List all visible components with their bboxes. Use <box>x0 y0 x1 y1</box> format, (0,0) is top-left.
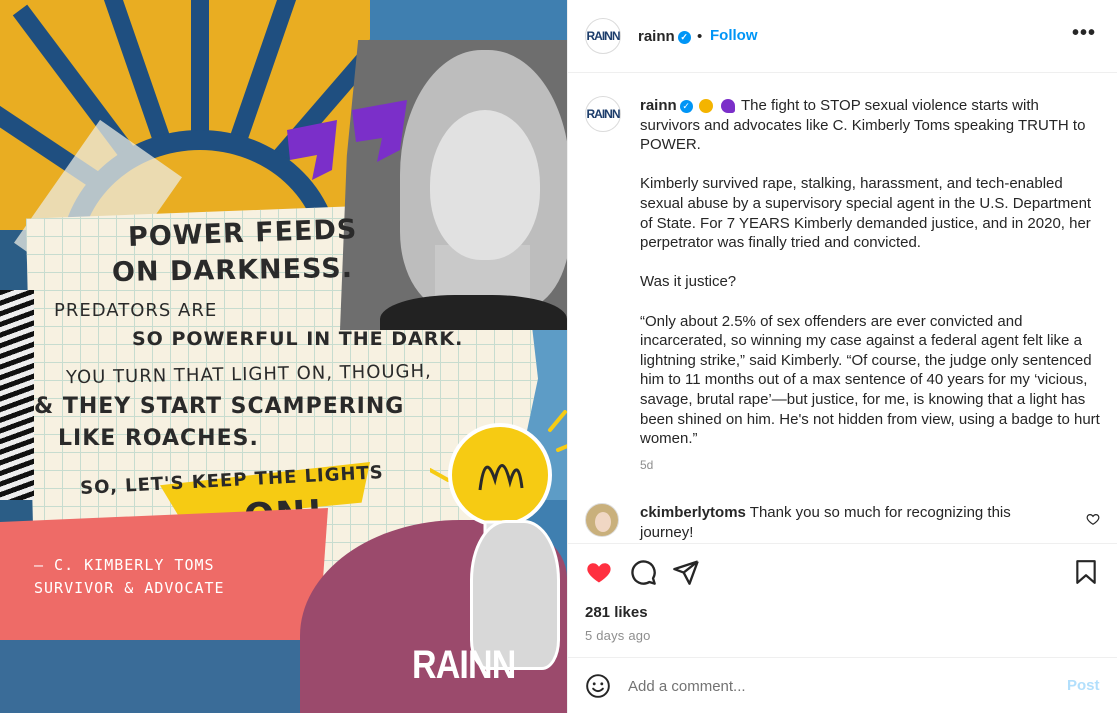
poster-attribution-name: – C. KIMBERLY TOMS <box>34 556 215 574</box>
more-options-icon[interactable]: ••• <box>1072 22 1096 45</box>
follow-button[interactable]: Follow <box>710 27 758 44</box>
add-comment-bar: Post <box>568 657 1117 713</box>
comment-item: ckimberlytoms Thank you so much for reco… <box>568 500 1117 545</box>
poster-pink-strip <box>0 508 328 648</box>
header-separator: • <box>697 28 703 45</box>
avatar[interactable]: RAINN <box>585 18 621 54</box>
caption-paragraph-3: Was it justice? <box>640 273 737 291</box>
poster-zebra-strip <box>0 290 34 500</box>
caption-area: RAINN rainn ✓ The fight to STOP sexual vi… <box>568 74 1117 542</box>
verified-badge-icon: ✓ <box>679 99 693 113</box>
poster-line-2: ON DARKNESS. <box>111 252 354 289</box>
caption-paragraph-4: “Only about 2.5% of sex offenders are ev… <box>640 312 1100 448</box>
comment-text: ckimberlytoms Thank you so much for reco… <box>640 503 1060 542</box>
post-timestamp[interactable]: 5 days ago <box>585 628 651 643</box>
poster-bottom-paper <box>0 640 300 713</box>
comment-bubble-icon[interactable] <box>629 558 657 586</box>
sun-emoji-icon <box>698 99 713 114</box>
comment-like-icon[interactable] <box>1086 512 1100 526</box>
verified-badge-icon: ✓ <box>677 30 691 44</box>
emoji-icon[interactable] <box>585 673 611 699</box>
post-details-panel: RAINN rainn ✓ • Follow ••• RAINN rainn ✓ T… <box>567 0 1117 713</box>
post-header: RAINN rainn ✓ • Follow ••• <box>568 0 1117 73</box>
caption-timestamp[interactable]: 5d <box>640 456 1100 476</box>
poster-line-4: SO POWERFUL IN THE DARK. <box>132 328 464 350</box>
header-username-text[interactable]: rainn <box>638 28 675 45</box>
likes-count[interactable]: 281 likes <box>585 604 648 621</box>
share-icon[interactable] <box>672 558 700 586</box>
like-heart-icon[interactable] <box>585 558 613 586</box>
comment-username[interactable]: ckimberlytoms <box>640 504 746 521</box>
commenter-avatar[interactable] <box>585 503 619 537</box>
caption-username[interactable]: rainn <box>640 97 677 114</box>
post-image[interactable]: POWER FEEDS ON DARKNESS. PREDATORS ARE S… <box>0 0 567 713</box>
bookmark-icon[interactable] <box>1073 558 1099 586</box>
caption-paragraph-2: Kimberly survived rape, stalking, harass… <box>640 175 1092 252</box>
post-comment-button[interactable]: Post <box>1067 677 1100 694</box>
poster-line-6: & THEY START SCAMPERING <box>34 394 405 419</box>
speaking-head-emoji-icon <box>721 99 736 114</box>
caption-text: rainn ✓ The fight to STOP sexual violence… <box>640 96 1100 476</box>
poster-line-7: LIKE ROACHES. <box>58 426 259 451</box>
poster-attribution-title: SURVIVOR & ADVOCATE <box>34 579 225 597</box>
caption-avatar[interactable]: RAINN <box>585 96 621 132</box>
poster-line-3: PREDATORS ARE <box>54 300 218 321</box>
quote-mark-icon <box>287 100 407 180</box>
comment-input[interactable] <box>628 674 1048 698</box>
rainn-logo: RAINN <box>412 643 516 687</box>
header-username[interactable]: rainn ✓ <box>638 28 691 45</box>
post-actions: 281 likes 5 days ago <box>568 543 1117 657</box>
